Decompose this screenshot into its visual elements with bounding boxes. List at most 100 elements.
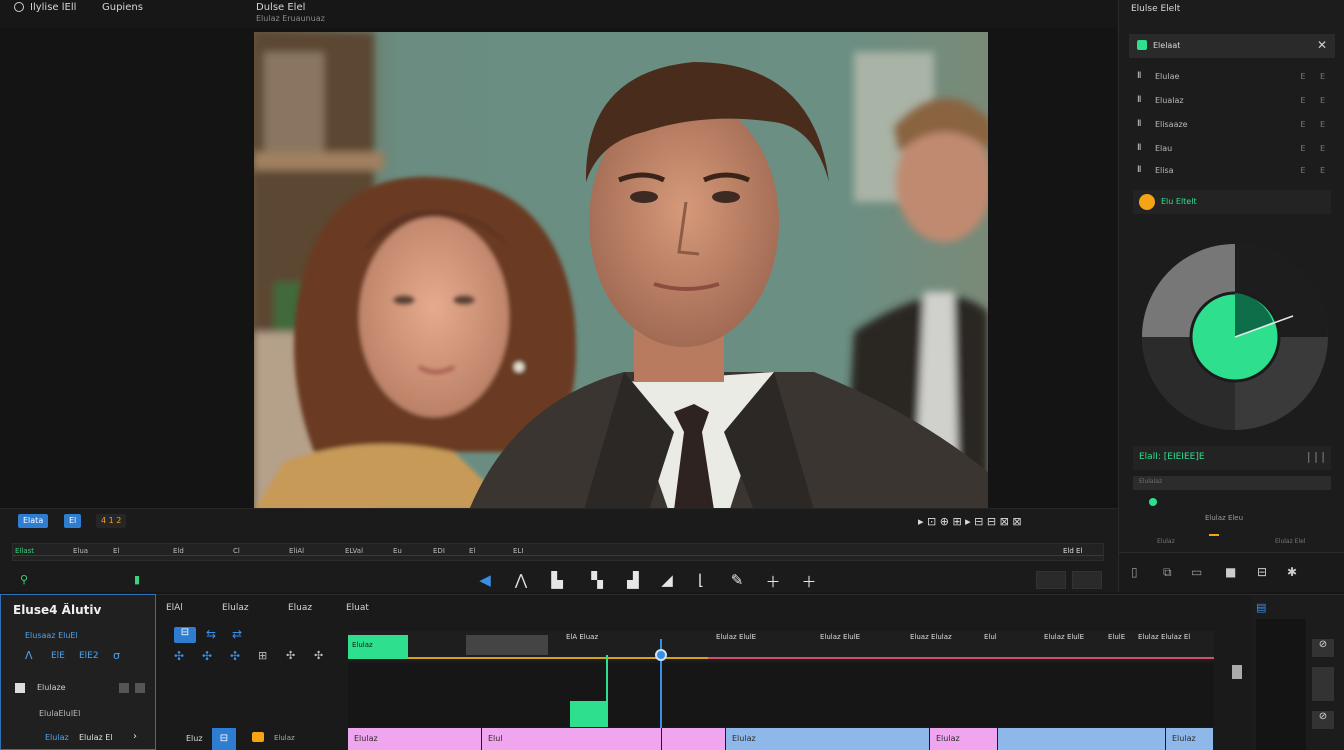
grid-icon[interactable]: ▯ — [1131, 565, 1138, 579]
top-bar: Ilylise lEll Gupiens Dulse Elel Elulaz E… — [0, 0, 1118, 28]
row-value: E E — [1300, 72, 1331, 81]
row-value: E E — [1300, 144, 1331, 153]
panel-tool-icon[interactable]: ⊘ — [1312, 711, 1334, 729]
viewer-controls: ▸ ⊡ ⊕ ⊞ ▸ ⊟ ⊟ ⊠ ⊠ — [918, 515, 1022, 528]
toggle-icon[interactable] — [119, 683, 129, 693]
track-area[interactable] — [348, 663, 1214, 727]
link-icon[interactable]: ⚲ — [20, 573, 28, 586]
pen-icon[interactable]: ✎ — [728, 571, 746, 589]
arrow-icon[interactable]: ◀ — [476, 571, 494, 589]
scrubber-strip[interactable]: Ellast Elua El Eld Cl EliAl ELVal Eu EDI… — [12, 543, 1104, 561]
inspector-bottom-text: Elulaz Eleu — [1205, 514, 1244, 522]
timeline-tab-1[interactable]: Elulaz — [222, 603, 249, 613]
track-tool-icon[interactable]: ⊞ — [258, 649, 267, 662]
clip-5[interactable] — [998, 728, 1166, 750]
zoom-out-button[interactable] — [1036, 571, 1066, 589]
green-clip-label: Elulaz — [352, 641, 373, 649]
close-icon[interactable]: ✕ — [1317, 38, 1327, 52]
snap-icon[interactable]: ▮ — [134, 573, 140, 586]
readout-sub: Elulalaz — [1139, 478, 1163, 485]
track-folder-icon[interactable] — [252, 732, 264, 742]
effects-control-1[interactable]: ElE — [51, 651, 65, 661]
track-tool-icon[interactable]: ✣ — [286, 649, 295, 662]
ruler-label-7: Elulaz Elulaz El — [1138, 633, 1191, 641]
scrubber-label-4: Cl — [233, 547, 240, 555]
track-select-icon[interactable]: ⊟ — [174, 627, 196, 643]
track-tool-icon[interactable]: ✣ — [202, 649, 212, 663]
hook-icon[interactable]: ⌊ — [692, 571, 710, 589]
effects-control-2[interactable]: ElE2 — [79, 651, 99, 661]
track-tool-icon[interactable]: ✣ — [174, 649, 184, 663]
playhead-knob[interactable] — [655, 649, 667, 661]
caret-icon[interactable]: ⋀ — [512, 571, 530, 589]
view-mode-chip[interactable]: El — [64, 514, 82, 528]
timeline-tab-3[interactable]: Eluat — [346, 603, 369, 613]
green-marker-clip[interactable]: Elulaz — [348, 635, 408, 659]
plus-icon[interactable]: ＋ — [800, 571, 818, 592]
active-header-label: Elelaat — [1153, 41, 1181, 50]
wedge-icon[interactable]: ◢ — [658, 571, 676, 589]
menu-file[interactable]: Ilylise lEll — [30, 2, 76, 13]
settings-icon[interactable]: ✱ — [1287, 565, 1297, 579]
toggle-icon[interactable] — [135, 683, 145, 693]
playback-icon[interactable]: ▸ ⊡ ⊕ ⊞ ▸ ⊟ ⊟ ⊠ ⊠ — [918, 515, 1022, 528]
effects-subtitle: Elusaaz EluEl — [25, 631, 78, 640]
track-tool-icon[interactable]: ✣ — [314, 649, 323, 662]
scrubber-label-2: El — [113, 547, 120, 555]
inspector-bottom-tab-1[interactable]: Elulaz Elel — [1275, 538, 1305, 545]
effects-control-0[interactable]: Λ — [25, 649, 33, 662]
inspector-row-3[interactable]: Ⅱ Elau E E — [1133, 140, 1333, 160]
clip-2[interactable] — [662, 728, 726, 750]
clip-4[interactable]: Elulaz — [930, 728, 998, 750]
timeline-right-panel: ▤ ⊘ ⊘ — [1252, 595, 1344, 750]
chevron-right-icon[interactable]: › — [133, 731, 137, 742]
layout-icon[interactable]: ⧉ — [1163, 565, 1172, 580]
slip-icon[interactable]: ▟ — [624, 571, 642, 589]
timeline-tab-2[interactable]: Eluaz — [288, 603, 312, 613]
track-tool-icon[interactable]: ⇄ — [232, 627, 242, 641]
timeline-tab-0[interactable]: ElAl — [166, 603, 183, 613]
monitor-icon[interactable]: ▭ — [1191, 565, 1202, 579]
clip-6[interactable]: Elulaz — [1166, 728, 1214, 750]
list-icon[interactable]: ⊟ — [1257, 565, 1267, 579]
color-section-header[interactable]: Elu Eltelt — [1133, 190, 1331, 214]
row-icon: Ⅱ — [1137, 71, 1142, 81]
inspector-row-0[interactable]: Ⅱ Elulae E E — [1133, 68, 1333, 88]
panel-icon[interactable]: ▤ — [1256, 601, 1266, 614]
panel-tool-icon[interactable]: ⊘ — [1312, 639, 1334, 657]
track-target-icon[interactable]: ⊟ — [212, 728, 236, 750]
timeline-scrollbar[interactable] — [1232, 665, 1242, 679]
effects-control-3[interactable]: σ — [113, 649, 120, 662]
effects-row-2[interactable]: ElulaElulEl — [39, 709, 80, 718]
inspector-row-4[interactable]: Ⅱ Elisa E E — [1133, 162, 1333, 182]
marker-icon[interactable]: ▙ — [548, 571, 566, 589]
square-icon[interactable]: ■ — [1225, 565, 1236, 579]
inspector-tab-indicator — [1209, 534, 1219, 536]
clip-0[interactable]: Elulaz — [348, 728, 482, 750]
speed-chip[interactable]: 4 1 2 — [96, 514, 127, 528]
effects-row-1[interactable]: Elulaze — [37, 683, 66, 692]
effects-panel: Eluse4 Älutiv Elusaaz EluEl Λ ElE ElE2 σ… — [0, 594, 156, 750]
effects-row-3-a[interactable]: Elulaz — [45, 733, 69, 742]
clip-3[interactable]: Elulaz — [726, 728, 930, 750]
effects-row-3[interactable]: Elulaz El — [79, 733, 113, 742]
inspector-row-1[interactable]: Ⅱ Elualaz E E — [1133, 92, 1333, 112]
readout-bar: ElalI: [EIEIEE]E | | | — [1133, 446, 1331, 470]
inspector-row-2[interactable]: Ⅱ Elisaaze E E — [1133, 116, 1333, 136]
track-tool-icon[interactable]: ✣ — [230, 649, 240, 663]
color-wheel[interactable] — [1141, 242, 1329, 432]
timecode-chip[interactable]: Elata — [18, 514, 49, 528]
readout-sub-bar[interactable]: Elulalaz — [1133, 476, 1331, 490]
inspector-active-header[interactable]: Elelaat ✕ — [1129, 34, 1335, 58]
clip-1[interactable]: Elul — [482, 728, 662, 750]
track-tool-icon[interactable]: ⇆ — [206, 627, 216, 641]
menu-edit[interactable]: Gupiens — [102, 2, 143, 13]
blade-icon[interactable]: ▚ — [588, 571, 606, 589]
timeline-ruler[interactable]: Elulaz ElA Eluaz Elulaz ElulE Elulaz Elu… — [348, 631, 1214, 661]
video-preview[interactable] — [254, 32, 988, 510]
zoom-in-button[interactable] — [1072, 571, 1102, 589]
scrubber-label-8: EDI — [433, 547, 445, 555]
inspector-bottom-tab-0[interactable]: Elulaz — [1157, 538, 1175, 545]
panel-tool-icon[interactable] — [1312, 667, 1334, 701]
plus-icon[interactable]: ＋ — [764, 571, 782, 592]
